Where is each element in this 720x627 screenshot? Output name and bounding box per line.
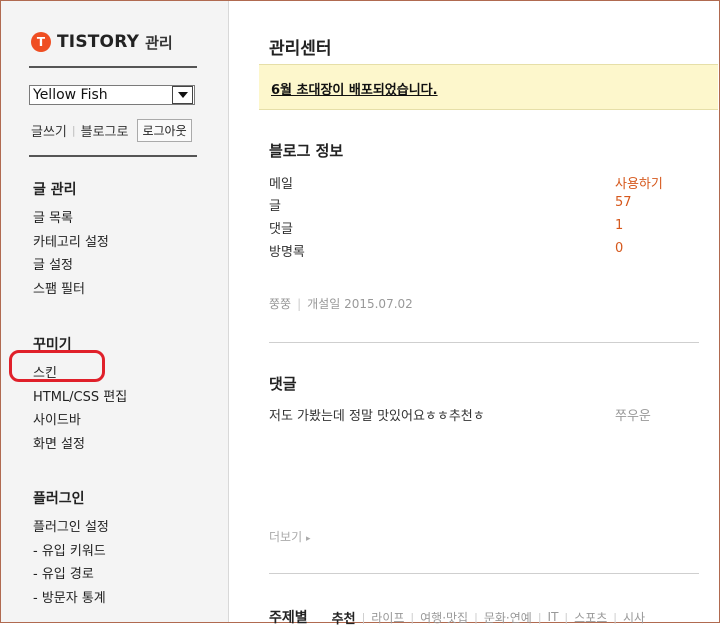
menu-item-display-settings[interactable]: 화면 설정	[33, 433, 127, 457]
chevron-right-icon: ▸	[305, 534, 311, 544]
notice-link[interactable]: 6월 초대장이 배포되었습니다.	[271, 79, 438, 98]
blog-select-value: Yellow Fish	[33, 87, 108, 103]
blog-info-title: 블로그 정보	[269, 142, 344, 160]
menu-item-post-settings[interactable]: 글 설정	[33, 254, 109, 278]
more-label: 더보기	[269, 530, 303, 544]
tab-recommended[interactable]: 추천	[332, 608, 356, 627]
menu-item-sidebar[interactable]: 사이드바	[33, 409, 127, 433]
divider	[29, 155, 197, 157]
separator: |	[297, 296, 302, 311]
menu-item-post-list[interactable]: 글 목록	[33, 207, 109, 231]
info-row-comments: 댓글 1	[269, 218, 679, 240]
blog-meta: 쭝쭝 | 개설일 2015.07.02	[269, 295, 413, 312]
menu-item-category-settings[interactable]: 카테고리 설정	[33, 231, 109, 255]
post-count-link[interactable]: 57	[615, 195, 632, 210]
quick-links: 글쓰기 | 블로그로 로그아웃	[31, 119, 192, 142]
menu-item-inflow-path[interactable]: - 유입 경로	[33, 563, 109, 587]
chevron-down-icon[interactable]	[172, 86, 193, 104]
info-label: 방명록	[269, 245, 305, 260]
comment-count-link[interactable]: 1	[615, 218, 623, 233]
info-label: 댓글	[269, 222, 293, 237]
menu-item-plugin-settings[interactable]: 플러그인 설정	[33, 516, 109, 540]
more-link[interactable]: 더보기 ▸	[269, 528, 310, 545]
separator: |	[71, 124, 76, 137]
logo-subtitle: 관리	[145, 33, 173, 52]
logo-text: TISTORY	[57, 32, 140, 52]
topic-tabs: 주제별 추천 | 라이프 | 여행·맛집 | 문화·연예 | IT | 스포츠 …	[269, 607, 645, 627]
info-row-guestbook: 방명록 0	[269, 241, 679, 263]
divider	[269, 342, 699, 343]
info-row-posts: 글 57	[269, 195, 679, 217]
separator: |	[613, 610, 617, 624]
highlight-annotation	[9, 350, 105, 382]
topic-label: 주제별	[269, 610, 308, 626]
menu-item-inflow-keywords[interactable]: - 유입 키워드	[33, 540, 109, 564]
tab-it[interactable]: IT	[548, 610, 559, 624]
blog-owner: 쭝쭝	[269, 297, 292, 311]
blog-select[interactable]: Yellow Fish	[29, 85, 195, 105]
menu-item-spam-filter[interactable]: 스팸 필터	[33, 278, 109, 302]
info-row-mail: 메일 사용하기	[269, 173, 679, 195]
divider	[269, 573, 699, 574]
separator: |	[410, 610, 415, 624]
info-label: 글	[269, 199, 281, 214]
section-plugins: 플러그인 플러그인 설정 - 유입 키워드 - 유입 경로 - 방문자 통계	[33, 488, 109, 610]
divider	[29, 66, 197, 68]
section-title: 플러그인	[33, 491, 85, 507]
go-to-blog-link[interactable]: 블로그로	[81, 121, 129, 140]
main-content: 관리센터 6월 초대장이 배포되었습니다. 블로그 정보 메일 사용하기 글 5…	[229, 1, 718, 627]
separator: |	[564, 610, 569, 624]
comment-text[interactable]: 저도 가봤는데 정말 맛있어요ㅎㅎ추천ㅎ	[269, 409, 485, 424]
page-title: 관리센터	[269, 39, 332, 59]
sidebar: T TISTORY 관리 Yellow Fish 글쓰기 | 블로그로 로그아웃…	[1, 1, 229, 622]
section-post-management: 글 관리 글 목록 카테고리 설정 글 설정 스팸 필터	[33, 179, 109, 301]
info-label: 메일	[269, 177, 293, 192]
menu-item-visitor-stats[interactable]: - 방문자 통계	[33, 587, 109, 611]
logout-button[interactable]: 로그아웃	[137, 119, 192, 142]
separator: |	[361, 610, 366, 624]
write-post-link[interactable]: 글쓰기	[31, 121, 67, 140]
tistory-logo[interactable]: T TISTORY 관리	[31, 31, 173, 53]
comments-title: 댓글	[269, 375, 297, 393]
separator: |	[537, 610, 542, 624]
separator: |	[474, 610, 478, 624]
comment-item[interactable]: 저도 가봤는데 정말 맛있어요ㅎㅎ추천ㅎ 쭈우운	[269, 405, 689, 424]
tistory-t-logo-icon: T	[31, 32, 51, 52]
blog-created-date: 개설일 2015.07.02	[307, 297, 413, 311]
menu-item-html-css-edit[interactable]: HTML/CSS 편집	[33, 386, 127, 410]
mail-use-link[interactable]: 사용하기	[615, 173, 663, 192]
section-title: 글 관리	[33, 182, 77, 198]
guestbook-count-link[interactable]: 0	[615, 241, 623, 256]
comment-author: 쭈우운	[615, 409, 651, 424]
notice-banner: 6월 초대장이 배포되었습니다.	[259, 64, 718, 110]
